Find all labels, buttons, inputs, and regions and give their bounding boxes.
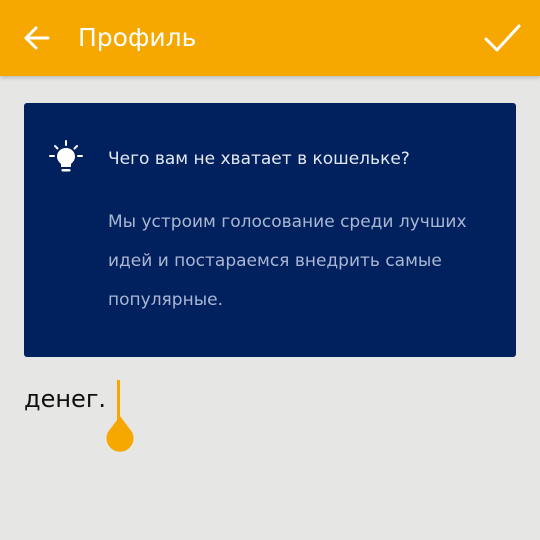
wish-text-value: денег. bbox=[24, 385, 107, 413]
page-title: Профиль bbox=[78, 23, 197, 52]
arrow-left-icon bbox=[24, 26, 50, 50]
wish-text-input[interactable]: денег. bbox=[24, 378, 516, 428]
back-button[interactable] bbox=[12, 14, 60, 62]
profile-screen: Профиль Чего вам не хватает в кошельке? … bbox=[0, 0, 540, 540]
info-card-body: Мы устроим голосование среди лучших идей… bbox=[108, 212, 467, 310]
info-card: Чего вам не хватает в кошельке? Мы устро… bbox=[24, 103, 516, 357]
checkmark-icon bbox=[484, 24, 521, 52]
confirm-button[interactable] bbox=[476, 12, 528, 64]
caret-handle-icon[interactable] bbox=[104, 416, 136, 458]
app-bar: Профиль bbox=[0, 0, 540, 76]
info-card-heading: Чего вам не хватает в кошельке? bbox=[108, 149, 410, 169]
lightbulb-icon bbox=[49, 140, 83, 172]
